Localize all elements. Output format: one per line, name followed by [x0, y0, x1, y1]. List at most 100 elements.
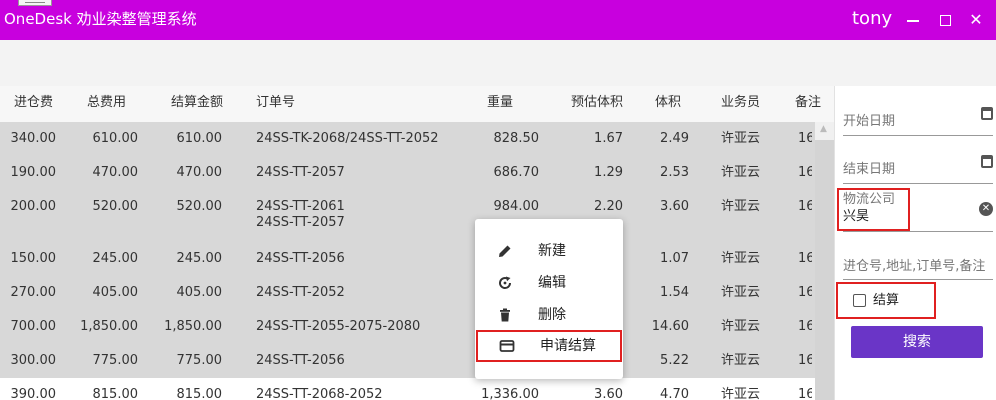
table-row[interactable]: 190.00 470.00 470.00 24SS-TT-2057 686.70 1.29… [0, 156, 815, 190]
cell-est-volume: 2.20 [594, 199, 623, 214]
table-row[interactable]: 150.00 245.00 245.00 24SS-TT-2056 1.07 许亚云 16 [0, 242, 815, 276]
cell-settlement: 1,850.00 [164, 319, 222, 334]
cell-salesman: 许亚云 [721, 165, 761, 180]
cell-settlement: 775.00 [176, 353, 223, 368]
cell-settlement: 610.00 [176, 131, 223, 146]
menu-item-apply-settlement[interactable]: 申请结算 [476, 330, 622, 362]
cell-note: 16 [798, 285, 812, 300]
table-row[interactable]: 340.00 610.00 610.00 24SS-TK-2068/24SS-TT-2… [0, 122, 815, 156]
cell-total: 245.00 [92, 251, 139, 266]
table-row[interactable]: 270.00 405.00 405.00 24SS-TT-2052 1.54 许亚云 16 [0, 276, 815, 310]
refresh-icon [499, 276, 512, 289]
scroll-thumb[interactable] [815, 140, 834, 400]
cell-entry-fee: 300.00 [10, 353, 57, 368]
column-header-settlement[interactable]: 结算金额 [171, 95, 223, 111]
cell-note: 16 [798, 165, 812, 180]
settled-checkbox-label: 结算 [873, 293, 900, 308]
cell-order-no: 24SS-TT-2056 [256, 353, 345, 368]
table-row[interactable]: 390.00 815.00 815.00 24SS-TT-2068-2052 1,336… [0, 378, 815, 400]
close-button[interactable]: ✕ [966, 10, 986, 30]
cell-total: 815.00 [92, 387, 139, 400]
cell-order-no: 24SS-TT-2056 [256, 251, 345, 266]
cell-total: 610.00 [92, 131, 139, 146]
orders-grid: 进仓费 总费用 结算金额 订单号 重量 预估体积 体积 业务员 备注 340.0… [0, 86, 834, 400]
cell-salesman: 许亚云 [721, 387, 761, 400]
maximize-button[interactable] [935, 10, 955, 30]
start-date-field[interactable]: 开始日期 [843, 100, 993, 136]
column-header-weight[interactable]: 重量 [487, 95, 513, 111]
cell-est-volume: 1.67 [594, 131, 623, 146]
context-menu: 新建 编辑 删除 申请结算 [475, 219, 623, 379]
cell-volume: 2.53 [660, 165, 689, 180]
menu-item-new[interactable]: 新建 [475, 235, 623, 267]
cell-order-no: 24SS-TT-2068-2052 [256, 387, 383, 400]
table-row[interactable]: 200.00 520.00 520.00 24SS-TT-2061 24SS-TT-2… [0, 190, 815, 242]
cell-total: 1,850.00 [80, 319, 138, 334]
grid-header: 进仓费 总费用 结算金额 订单号 重量 预估体积 体积 业务员 备注 [0, 86, 834, 122]
scroll-up-icon[interactable]: ▲ [820, 124, 827, 134]
cell-volume: 4.70 [660, 387, 689, 400]
cell-volume: 1.54 [660, 285, 689, 300]
column-header-total[interactable]: 总费用 [87, 95, 126, 111]
column-header-note[interactable]: 备注 [795, 95, 821, 111]
cell-order-no: 24SS-TK-2068/24SS-TT-2052 [256, 131, 439, 146]
cell-entry-fee: 190.00 [10, 165, 57, 180]
menu-item-label: 删除 [538, 307, 566, 323]
cell-entry-fee: 200.00 [10, 199, 57, 214]
cell-salesman: 许亚云 [721, 353, 761, 368]
menu-item-delete[interactable]: 删除 [475, 299, 623, 331]
start-date-placeholder: 开始日期 [843, 114, 896, 129]
clear-icon[interactable]: ✕ [979, 202, 993, 216]
column-header-order-no[interactable]: 订单号 [256, 95, 295, 111]
cell-total: 405.00 [92, 285, 139, 300]
table-row[interactable]: 300.00 775.00 775.00 24SS-TT-2056 5.22 许亚云 16 [0, 344, 815, 378]
cell-settlement: 245.00 [176, 251, 223, 266]
cell-salesman: 许亚云 [721, 285, 761, 300]
cell-weight: 828.50 [493, 131, 540, 146]
cell-est-volume: 3.60 [594, 387, 623, 400]
calendar-icon[interactable] [981, 155, 993, 168]
filter-panel: 开始日期 结束日期 物流公司 兴昊 ✕ 进仓号,地址,订单号,备注 结算 搜索 [834, 86, 996, 400]
cell-order-no: 24SS-TT-2052 [256, 285, 345, 300]
cell-volume: 3.60 [660, 199, 689, 214]
cell-settlement: 470.00 [176, 165, 223, 180]
cell-weight: 686.70 [493, 165, 540, 180]
cell-note: 16 [798, 199, 812, 214]
table-row[interactable]: 700.00 1,850.00 1,850.00 24SS-TT-2055-2075-… [0, 310, 815, 344]
cell-note: 16 [798, 353, 812, 368]
end-date-placeholder: 结束日期 [843, 162, 896, 177]
user-name[interactable]: tony [852, 8, 892, 30]
cell-entry-fee: 340.00 [10, 131, 57, 146]
vertical-scrollbar[interactable]: ▲ [815, 122, 834, 400]
end-date-field[interactable]: 结束日期 [843, 148, 993, 184]
menu-item-label: 申请结算 [540, 338, 596, 354]
settled-checkbox[interactable] [853, 294, 866, 307]
cell-entry-fee: 390.00 [10, 387, 57, 400]
minimize-button[interactable] [903, 10, 923, 30]
cell-note: 16 [798, 131, 812, 146]
column-header-entry-fee[interactable]: 进仓费 [14, 95, 53, 111]
search-button[interactable]: 搜索 [851, 326, 983, 358]
cell-settlement: 520.00 [176, 199, 223, 214]
cell-order-no: 24SS-TT-2061 24SS-TT-2057 [256, 199, 345, 230]
title-bar: OneDesk 劝业染整管理系统 tony ✕ [0, 0, 996, 40]
keyword-placeholder: 进仓号,地址,订单号,备注 [843, 259, 986, 274]
cell-salesman: 许亚云 [721, 319, 761, 334]
menu-item-label: 编辑 [538, 275, 566, 291]
cell-note: 16 [798, 387, 812, 400]
cell-entry-fee: 700.00 [10, 319, 57, 334]
column-header-salesman[interactable]: 业务员 [721, 95, 760, 111]
cell-entry-fee: 270.00 [10, 285, 57, 300]
keyword-search-field[interactable]: 进仓号,地址,订单号,备注 [843, 244, 993, 280]
credit-card-icon [499, 340, 515, 352]
toolbar-area [0, 40, 834, 86]
cell-salesman: 许亚云 [721, 251, 761, 266]
cell-volume: 14.60 [651, 319, 689, 334]
cell-volume: 2.49 [660, 131, 689, 146]
column-header-volume[interactable]: 体积 [655, 95, 681, 111]
cell-total: 470.00 [92, 165, 139, 180]
calendar-icon[interactable] [981, 107, 993, 120]
menu-item-edit[interactable]: 编辑 [475, 267, 623, 299]
column-header-est-volume[interactable]: 预估体积 [571, 95, 623, 111]
trash-icon [500, 308, 510, 322]
